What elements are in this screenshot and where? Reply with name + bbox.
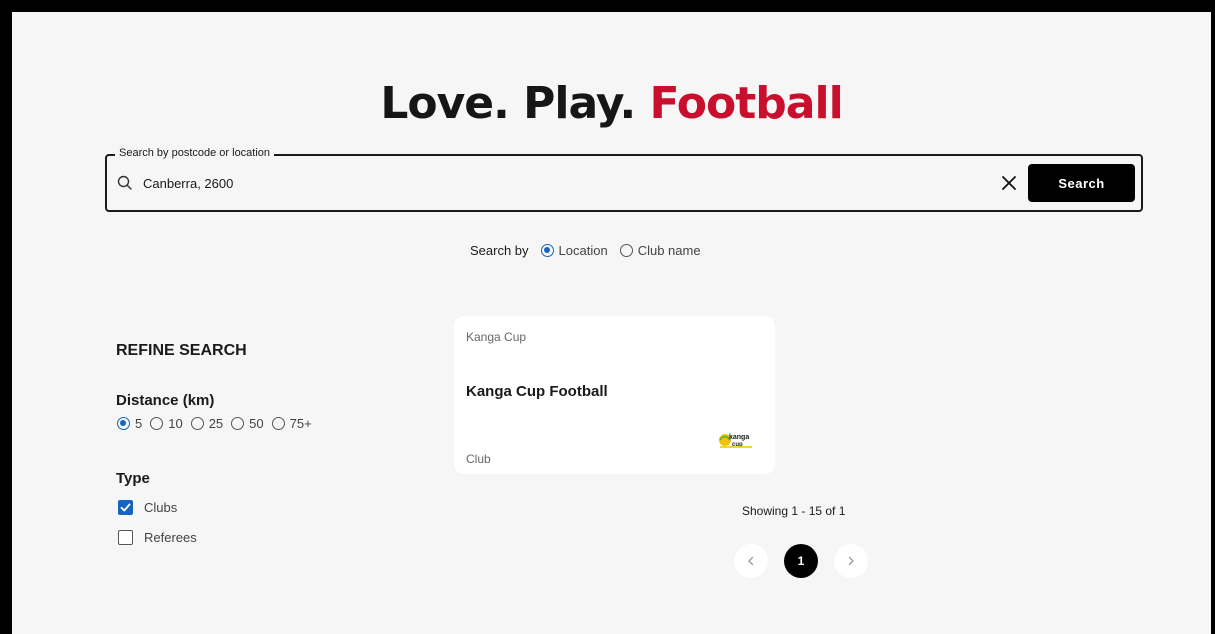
- distance-label-10: 10: [168, 416, 183, 431]
- chevron-right-icon: [848, 556, 854, 566]
- distance-option-10[interactable]: 10: [150, 416, 183, 431]
- chevron-left-icon: [748, 556, 754, 566]
- distance-option-25[interactable]: 25: [190, 416, 224, 431]
- type-clubs-option[interactable]: Clubs: [118, 500, 177, 515]
- distance-label-5: 5: [135, 416, 143, 431]
- title-prefix: Love. Play.: [380, 78, 636, 129]
- distance-title: Distance (km): [116, 392, 215, 409]
- results-count: Showing 1 - 15 of 1: [742, 504, 846, 518]
- distance-label-25: 25: [208, 416, 224, 431]
- distance-option-75plus[interactable]: 75+: [271, 416, 312, 431]
- club-name-radio[interactable]: [619, 243, 633, 257]
- page-1-button[interactable]: 1: [784, 544, 818, 578]
- club-result-card[interactable]: Kanga Cup Kanga Cup Football Club kanga …: [454, 316, 775, 474]
- location-label: Location: [558, 242, 608, 258]
- referees-checkbox[interactable]: [118, 530, 133, 545]
- club-name-label: Club name: [637, 242, 701, 258]
- distance-option-50[interactable]: 50: [231, 416, 264, 431]
- club-tag: Kanga Cup: [466, 330, 527, 344]
- search-button[interactable]: Search: [1028, 164, 1135, 202]
- distance-option-5[interactable]: 5: [117, 416, 142, 431]
- search-by-group: Search by Location Club name: [470, 240, 701, 260]
- type-referees-option[interactable]: Referees: [118, 530, 197, 545]
- search-legend: Search by postcode or location: [115, 147, 275, 159]
- search-by-location-option[interactable]: Location: [540, 242, 608, 258]
- distance-radio-50[interactable]: [231, 417, 245, 430]
- page-frame: Love. Play. Football Search by postcode …: [0, 0, 1215, 634]
- clubs-checkbox[interactable]: [118, 500, 133, 515]
- title-accent: Football: [649, 78, 844, 129]
- search-icon: [116, 174, 134, 192]
- svg-text:kanga: kanga: [729, 434, 749, 441]
- distance-options: 5 10 25 50 75+: [117, 416, 312, 431]
- club-logo: kanga cup: [719, 434, 752, 448]
- location-radio[interactable]: [540, 243, 554, 257]
- checkmark-icon: [120, 503, 131, 512]
- search-by-club-name-option[interactable]: Club name: [619, 242, 701, 258]
- distance-label-50: 50: [249, 416, 264, 431]
- distance-radio-10[interactable]: [150, 417, 164, 430]
- club-name: Kanga Cup Football: [466, 383, 608, 400]
- search-by-label: Search by: [470, 242, 529, 258]
- refine-search-title: REFINE SEARCH: [116, 342, 247, 359]
- page-title: Love. Play. Football: [12, 78, 1211, 129]
- distance-radio-25[interactable]: [190, 417, 204, 430]
- previous-page-button[interactable]: [734, 544, 768, 578]
- type-title: Type: [116, 470, 150, 487]
- referees-label: Referees: [144, 530, 197, 545]
- club-category: Club: [466, 452, 491, 466]
- distance-radio-75plus[interactable]: [271, 417, 285, 430]
- distance-label-75plus: 75+: [289, 416, 312, 431]
- search-input[interactable]: [143, 171, 963, 195]
- search-box: Search by postcode or location Search: [105, 147, 1143, 212]
- clubs-label: Clubs: [144, 500, 178, 515]
- close-icon: [1002, 176, 1016, 190]
- clear-search-button[interactable]: [997, 171, 1021, 195]
- next-page-button[interactable]: [834, 544, 868, 578]
- distance-radio-5[interactable]: [117, 417, 130, 430]
